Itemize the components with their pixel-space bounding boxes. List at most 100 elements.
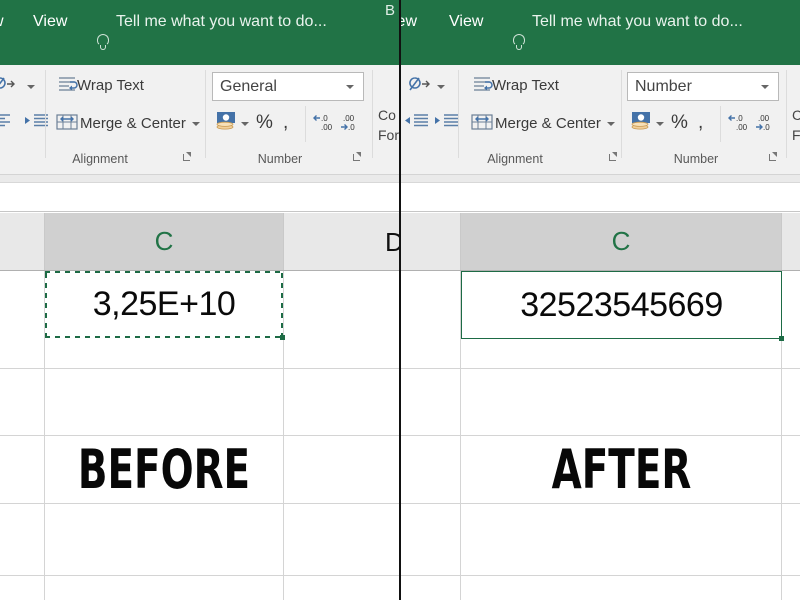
column-header-d-clipped[interactable]: D xyxy=(385,227,400,258)
merge-center-caret-icon[interactable] xyxy=(192,122,200,126)
number-group-label: Number xyxy=(257,152,303,166)
increase-decimal-icon[interactable]: .00 .0 xyxy=(340,112,366,137)
gridline-h-4 xyxy=(0,575,400,576)
before-number-group-separator xyxy=(205,70,206,158)
after-caption: AFTER xyxy=(551,437,692,501)
after-tell-me-box[interactable]: Tell me what you want to do... xyxy=(532,0,743,43)
increase-indent-icon[interactable] xyxy=(434,112,460,135)
align-left-icon[interactable] xyxy=(0,112,12,135)
column-sep-b-c xyxy=(44,213,45,270)
orientation-caret-icon[interactable] xyxy=(27,85,35,89)
comparison-screenshot: B w View Tell me what you want to do... xyxy=(0,0,800,600)
conditional-formatting-line2[interactable]: F xyxy=(792,122,800,148)
before-tab-previous[interactable]: w xyxy=(0,0,4,43)
before-pane: B w View Tell me what you want to do... xyxy=(0,0,400,600)
column-sep-c-d xyxy=(283,213,284,270)
number-group-label: Number xyxy=(673,152,719,166)
comma-style-button[interactable]: , xyxy=(283,110,288,136)
decrease-decimal-icon[interactable]: .0 .00 xyxy=(312,112,338,137)
accounting-number-format-icon[interactable] xyxy=(630,110,654,137)
after-number-group-separator xyxy=(621,70,622,158)
number-inner-separator xyxy=(305,106,306,142)
accounting-number-format-icon[interactable] xyxy=(215,110,239,137)
wrap-text-icon xyxy=(56,74,78,101)
accounting-format-caret-icon[interactable] xyxy=(656,122,664,126)
gridline-h-3 xyxy=(401,503,800,504)
svg-text:.00: .00 xyxy=(343,114,355,123)
lightbulb-icon xyxy=(513,34,526,53)
after-worksheet: C 32523545669 AFTER xyxy=(401,213,800,600)
after-active-cell-value[interactable]: 32523545669 xyxy=(461,271,782,339)
number-format-combo[interactable]: General xyxy=(212,72,364,101)
svg-text:.00: .00 xyxy=(736,123,748,132)
accounting-format-caret-icon[interactable] xyxy=(241,122,249,126)
orientation-caret-icon[interactable] xyxy=(437,85,445,89)
gridline-h-3 xyxy=(0,503,400,504)
gridline-h-1 xyxy=(0,368,400,369)
decrease-decimal-icon[interactable]: .0 .00 xyxy=(727,112,753,137)
number-dialog-launcher[interactable] xyxy=(769,152,778,161)
after-tab-review[interactable]: iew xyxy=(401,0,417,43)
number-format-value: General xyxy=(220,78,277,95)
svg-text:.0: .0 xyxy=(736,114,743,123)
gridline-h-1 xyxy=(401,368,800,369)
before-styles-group-separator xyxy=(372,70,373,158)
column-sep-b-c xyxy=(460,213,461,270)
alignment-group-label: Alignment xyxy=(72,152,128,166)
percent-style-button[interactable]: % xyxy=(256,110,273,136)
lightbulb-icon xyxy=(97,34,110,53)
svg-text:.0: .0 xyxy=(321,114,328,123)
comma-style-button[interactable]: , xyxy=(698,110,703,136)
increase-indent-icon[interactable] xyxy=(24,112,50,135)
percent-style-button[interactable]: % xyxy=(671,110,688,136)
column-header-c[interactable]: C xyxy=(461,213,781,270)
svg-text:.00: .00 xyxy=(758,114,770,123)
svg-text:.0: .0 xyxy=(348,123,355,132)
column-sep-c-d xyxy=(781,213,782,270)
number-format-caret-icon[interactable] xyxy=(761,85,769,89)
column-header-c[interactable]: C xyxy=(45,213,283,270)
text-orientation-icon[interactable] xyxy=(0,74,18,99)
before-active-cell-value[interactable]: 3,25E+10 xyxy=(45,271,283,338)
before-tell-me-box[interactable]: Tell me what you want to do... xyxy=(116,0,327,43)
wrap-text-icon xyxy=(471,74,493,101)
before-corner-letter: B xyxy=(385,2,396,19)
after-formula-bar[interactable] xyxy=(401,183,800,212)
merge-center-icon xyxy=(470,111,494,138)
svg-text:.0: .0 xyxy=(763,123,770,132)
wrap-text-button[interactable]: Wrap Text xyxy=(492,73,559,99)
before-formula-bar[interactable] xyxy=(0,183,400,212)
number-format-caret-icon[interactable] xyxy=(346,85,354,89)
merge-center-button[interactable]: Merge & Center xyxy=(80,111,186,137)
pane-divider xyxy=(399,0,401,600)
before-namebox-strip xyxy=(0,175,400,183)
merge-center-icon xyxy=(55,111,79,138)
merge-center-caret-icon[interactable] xyxy=(607,122,615,126)
before-alignment-inner-separator xyxy=(45,70,46,158)
conditional-formatting-line2[interactable]: For xyxy=(378,122,399,148)
wrap-text-button[interactable]: Wrap Text xyxy=(77,73,144,99)
after-alignment-inner-separator xyxy=(458,70,459,158)
decrease-indent-icon[interactable] xyxy=(404,112,430,135)
text-orientation-icon[interactable] xyxy=(409,74,433,99)
number-format-value: Number xyxy=(635,78,692,95)
after-fill-handle[interactable] xyxy=(779,336,784,341)
increase-decimal-icon[interactable]: .00 .0 xyxy=(755,112,781,137)
after-tab-view[interactable]: View xyxy=(449,0,483,43)
number-dialog-launcher[interactable] xyxy=(353,152,362,161)
before-tab-view[interactable]: View xyxy=(33,0,67,43)
alignment-dialog-launcher[interactable] xyxy=(609,152,618,161)
svg-text:.00: .00 xyxy=(321,123,333,132)
number-inner-separator xyxy=(720,106,721,142)
gridline-h-4 xyxy=(401,575,800,576)
number-format-combo[interactable]: Number xyxy=(627,72,779,101)
before-worksheet: C D 3,25E+10 BEFORE xyxy=(0,213,400,600)
merge-center-button[interactable]: Merge & Center xyxy=(495,111,601,137)
alignment-group-label: Alignment xyxy=(487,152,543,166)
after-namebox-strip xyxy=(401,175,800,183)
before-caption: BEFORE xyxy=(77,437,251,501)
after-styles-group-separator xyxy=(786,70,787,158)
before-fill-handle[interactable] xyxy=(280,335,285,340)
after-pane: iew View Tell me what you want to do... xyxy=(401,0,800,600)
alignment-dialog-launcher[interactable] xyxy=(183,152,192,161)
